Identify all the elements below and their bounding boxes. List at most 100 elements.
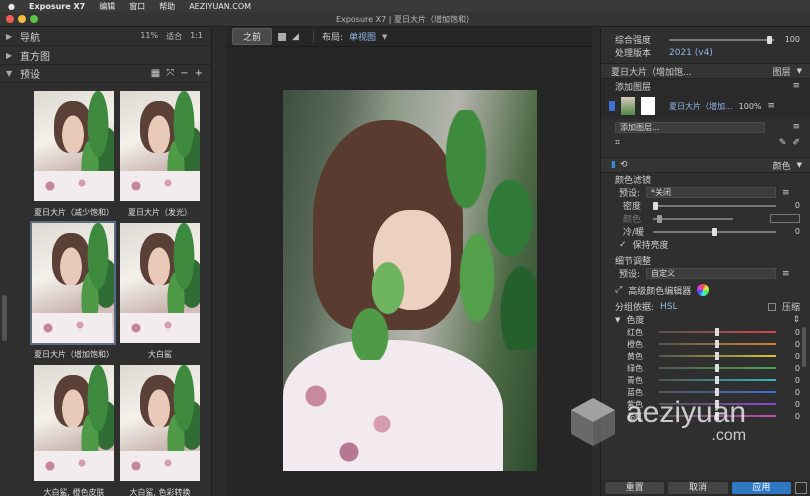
layers-header[interactable]: 夏日大片（增加饱... 图层 ▼ xyxy=(601,63,810,79)
chevron-down-icon: ▼ xyxy=(796,67,802,75)
right-scrollbar[interactable] xyxy=(802,327,806,367)
preset-thumb-4[interactable] xyxy=(120,223,200,343)
menu-help[interactable]: 帮助 xyxy=(159,1,175,12)
strength-slider[interactable] xyxy=(669,35,774,44)
menu-icon[interactable]: ≡ xyxy=(792,81,800,91)
plus-icon[interactable]: + xyxy=(195,68,203,79)
chevron-down-icon: ▼ xyxy=(382,32,388,41)
slider-knob[interactable] xyxy=(657,214,662,223)
preset-label: 夏日大片（增加饱和） xyxy=(34,350,114,359)
color-wheel-icon[interactable] xyxy=(697,284,710,296)
reset-button[interactable]: 重置 xyxy=(605,482,665,494)
grid-view-icon[interactable]: ▦ xyxy=(151,68,160,79)
menu-icon[interactable]: ≡ xyxy=(782,188,790,198)
fit-button[interactable]: 适合 xyxy=(166,31,182,42)
slider-knob[interactable] xyxy=(715,340,720,348)
layer-item[interactable]: 夏日大片（增加... 100% ≡ xyxy=(601,93,810,119)
panel-toggle-icon[interactable] xyxy=(794,482,807,494)
hsl-label: 红色 xyxy=(627,327,643,337)
pen-icon[interactable]: ✎ xyxy=(779,138,787,148)
brush-icon[interactable]: ✐ xyxy=(792,138,800,148)
refresh-icon[interactable]: ⟲ xyxy=(620,160,628,170)
advanced-editor-label: 高级颜色编辑器 xyxy=(628,286,692,297)
hue-row[interactable]: ▼ 色度 ⇕ xyxy=(601,313,810,327)
preset-label: 夏日大片（发光） xyxy=(128,208,192,217)
layer-visibility-icon[interactable] xyxy=(609,101,615,111)
group-by-dropdown[interactable]: HSL xyxy=(660,302,678,312)
preset-label: 大白鲨, 色彩转换 xyxy=(129,488,191,496)
apply-button[interactable]: 应用 xyxy=(731,482,791,494)
minimize-window-button[interactable] xyxy=(18,15,26,23)
filter-color-slider[interactable] xyxy=(653,214,733,223)
color-filter-preset-dropdown[interactable]: *关闭 xyxy=(646,187,777,198)
preset-thumb-1[interactable] xyxy=(34,91,114,201)
checkbox-checked-icon[interactable]: ✓ xyxy=(619,240,627,250)
navigator-label: 导航 xyxy=(20,32,40,44)
detail-title: 细节调整 xyxy=(615,257,652,267)
menu-bar: ● Exposure X7 编辑 窗口 帮助 AEZIYUAN.COM xyxy=(0,0,810,12)
navigator-section[interactable]: ▶ 导航 11% 适合 1:1 xyxy=(0,27,211,46)
color-header[interactable]: ▮ ⟲ 颜色 ▼ xyxy=(601,157,810,173)
detail-preset-dropdown[interactable]: 自定义 xyxy=(646,268,777,279)
app-menu[interactable]: Exposure X7 xyxy=(29,2,85,11)
compare-square-icon[interactable] xyxy=(278,32,287,41)
hsl-row: 红色 0 xyxy=(601,326,810,338)
slider-knob[interactable] xyxy=(712,227,718,236)
add-layer-row: 添加图层 ≡ xyxy=(601,79,810,93)
preset-thumb-3-selected[interactable] xyxy=(30,221,116,345)
density-slider[interactable] xyxy=(653,201,776,210)
hsl-slider[interactable] xyxy=(659,328,776,336)
menu-edit[interactable]: 编辑 xyxy=(99,1,115,12)
minus-icon[interactable]: − xyxy=(180,68,188,79)
hsl-slider[interactable] xyxy=(659,352,776,360)
add-layer-label[interactable]: 添加图层 xyxy=(615,80,651,93)
add-layer-dropdown[interactable]: 添加图层... xyxy=(615,121,765,133)
main-photo[interactable] xyxy=(283,90,537,471)
warmcool-row: 冷/暖 0 xyxy=(601,225,810,238)
left-panel-handle[interactable] xyxy=(2,295,7,341)
cancel-button[interactable]: 取消 xyxy=(668,482,728,494)
slider-knob[interactable] xyxy=(653,201,658,210)
chevron-right-icon: ▶ xyxy=(6,31,13,41)
menu-window[interactable]: 窗口 xyxy=(129,1,145,12)
watermark-text: aeziyuan xyxy=(626,395,747,429)
brush-icon[interactable]: ◢ xyxy=(292,32,299,42)
presets-section[interactable]: ▼ 预设 ▦ ⤧ − + xyxy=(0,65,211,83)
warmcool-slider[interactable] xyxy=(653,227,776,236)
preset-thumb-6[interactable] xyxy=(120,365,200,481)
slider-knob[interactable] xyxy=(715,364,720,372)
menu-icon[interactable]: ≡ xyxy=(792,122,800,132)
slider-knob[interactable] xyxy=(715,352,720,360)
preset-thumb-2[interactable] xyxy=(120,91,200,201)
menu-icon[interactable]: ≡ xyxy=(782,269,790,279)
apple-menu-icon[interactable]: ● xyxy=(8,2,15,11)
maximize-window-button[interactable] xyxy=(30,15,38,23)
compress-checkbox[interactable] xyxy=(767,302,776,311)
keep-brightness-row: ✓ 保持亮度 xyxy=(601,238,810,252)
panel-toggle-icon[interactable]: ▮ xyxy=(611,160,616,170)
hsl-slider[interactable] xyxy=(659,364,776,372)
version-dropdown[interactable]: 2021 (v4) xyxy=(669,48,713,58)
sort-icon[interactable]: ⇕ xyxy=(792,315,800,325)
close-window-button[interactable] xyxy=(6,15,14,23)
collapse-icon[interactable]: ⤧ xyxy=(166,68,174,79)
hsl-slider[interactable] xyxy=(659,376,776,384)
histogram-section[interactable]: ▶ 直方图 xyxy=(0,46,211,65)
ratio-button[interactable]: 1:1 xyxy=(190,31,203,42)
slider-knob[interactable] xyxy=(766,35,772,44)
hsl-slider[interactable] xyxy=(659,340,776,348)
hsl-value: 0 xyxy=(794,327,800,337)
filter-color-swatch[interactable] xyxy=(770,214,800,223)
slider-knob[interactable] xyxy=(715,328,720,336)
preset-thumb-5[interactable] xyxy=(34,365,114,481)
warmcool-value: 0 xyxy=(794,227,800,236)
layer-opacity[interactable]: 100% xyxy=(739,102,762,111)
crop-icon[interactable]: ⌗ xyxy=(615,138,620,148)
layout-dropdown[interactable]: 单视图 xyxy=(349,30,376,43)
strength-row: 综合强度 100 xyxy=(601,33,810,46)
presets-label: 预设 xyxy=(20,70,40,81)
before-button[interactable]: 之前 xyxy=(232,28,273,45)
advanced-editor-row[interactable]: ⤢ 高级颜色编辑器 xyxy=(601,280,810,300)
filter-color-label: 颜色 xyxy=(623,215,642,225)
menu-icon[interactable]: ≡ xyxy=(768,101,776,111)
